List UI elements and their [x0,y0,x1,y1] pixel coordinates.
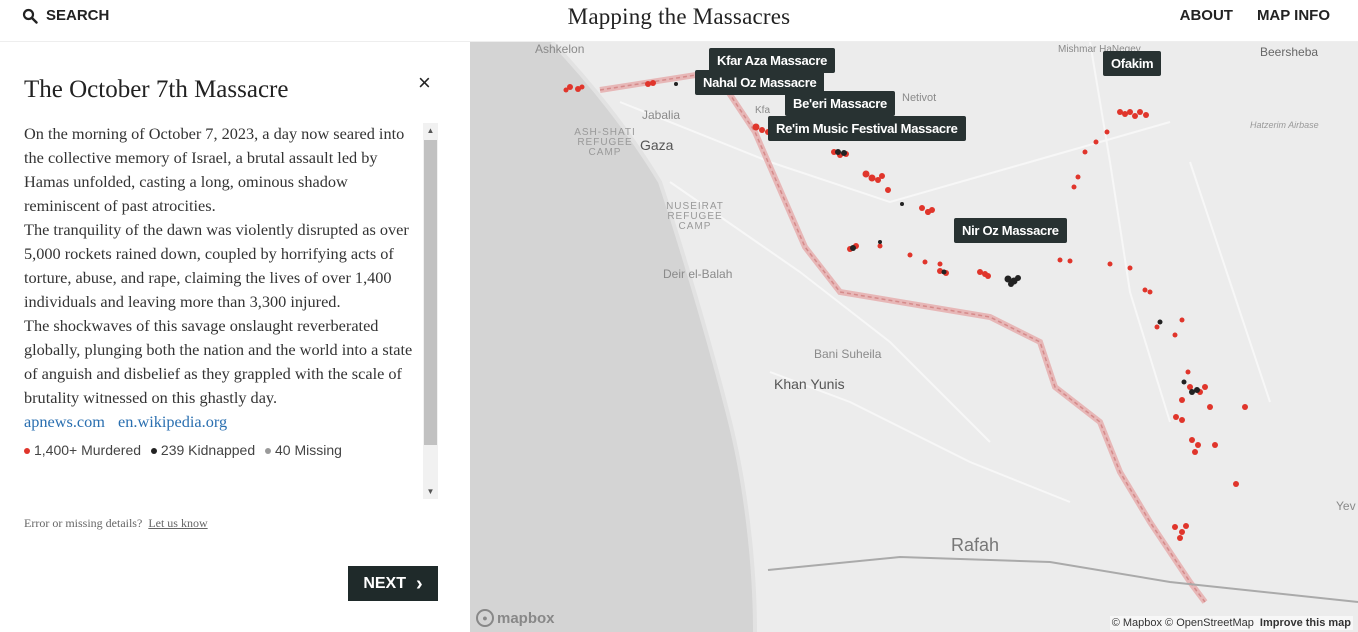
nav-map-info[interactable]: MAP INFO [1257,7,1330,24]
story-scrollbar[interactable]: ▲ ▼ [423,123,438,499]
massacre-label-beeri[interactable]: Be'eri Massacre [785,91,895,116]
place-label: Beersheba [1260,45,1319,59]
site-title: Mapping the Massacres [567,4,791,29]
chevron-right-icon: › [416,572,423,595]
egypt-border [767,555,1358,603]
place-label: Jabalia [642,108,681,122]
place-label: Gaza [640,137,674,153]
kidnapped-dot-icon [150,448,157,454]
source-links: apnews.com en.wikipedia.org [24,410,414,434]
report-link[interactable]: Let us know [148,516,207,530]
scroll-down-arrow-icon[interactable]: ▼ [423,484,438,499]
search-icon [22,8,38,24]
mapbox-logo[interactable]: ● mapbox [476,609,555,627]
stat-murdered: 1,400+ Murdered [24,442,141,458]
place-label: Khan Yunis [774,376,845,392]
place-label: Hatzerim Airbase [1250,120,1319,130]
place-label: Rafah [951,535,1000,555]
missing-dot-icon [265,448,272,454]
nav-about[interactable]: ABOUT [1180,7,1233,24]
next-label: NEXT [363,574,406,592]
top-header: SEARCH Mapping the Massacres ABOUT MAP I… [0,0,1358,42]
top-nav: ABOUT MAP INFO [1180,7,1330,24]
massacre-label-nir-oz[interactable]: Nir Oz Massacre [954,218,1067,243]
scroll-up-arrow-icon[interactable]: ▲ [423,123,438,138]
mapbox-logo-icon: ● [476,609,494,627]
place-label: ASH-SHATI REFUGEE CAMP [574,127,636,158]
next-button[interactable]: NEXT › [348,566,438,601]
source-link-wikipedia[interactable]: en.wikipedia.org [118,412,227,431]
stat-kidnapped: 239 Kidnapped [150,442,255,458]
map-attribution: © Mapbox © OpenStreetMap Improve this ma… [1109,616,1353,630]
attribution-text[interactable]: © Mapbox © OpenStreetMap [1112,617,1254,629]
casualty-stats: 1,400+ Murdered 239 Kidnapped 40 Missing [24,438,414,462]
report-error: Error or missing details? Let us know [24,516,208,531]
massacre-label-ofakim[interactable]: Ofakim [1103,51,1162,76]
story-text: On the morning of October 7, 2023, a day… [24,122,414,462]
murdered-dot-icon [24,448,30,454]
map-canvas[interactable]: Ashkelon Mishmar HaNegev Beersheba Netiv… [470,42,1358,632]
story-paragraph: The tranquility of the dawn was violentl… [24,220,409,311]
place-label: Ashkelon [535,42,585,56]
close-icon[interactable]: × [418,72,431,94]
place-label: Bani Suheila [814,347,882,361]
massacre-label-reim[interactable]: Re'im Music Festival Massacre [768,116,966,141]
story-paragraph: On the morning of October 7, 2023, a day… [24,124,405,215]
place-label: Kfa [755,105,771,116]
story-scroll-area[interactable]: On the morning of October 7, 2023, a day… [24,122,438,498]
stat-missing: 40 Missing [265,442,342,458]
improve-map-link[interactable]: Improve this map [1260,617,1351,629]
story-title: The October 7th Massacre [24,76,289,103]
scrollbar-thumb[interactable] [424,140,437,445]
place-label: Yev [1336,499,1356,513]
story-sidebar: The October 7th Massacre × On the mornin… [0,42,470,632]
search-label: SEARCH [46,7,110,24]
place-label: Deir el-Balah [663,267,733,281]
place-label: Netivot [902,92,937,104]
report-text: Error or missing details? [24,516,143,530]
place-label: NUSEIRAT REFUGEE CAMP [666,201,724,232]
story-paragraph: The shockwaves of this savage onslaught … [24,316,413,407]
source-link-apnews[interactable]: apnews.com [24,412,105,431]
search-button[interactable]: SEARCH [22,7,109,24]
